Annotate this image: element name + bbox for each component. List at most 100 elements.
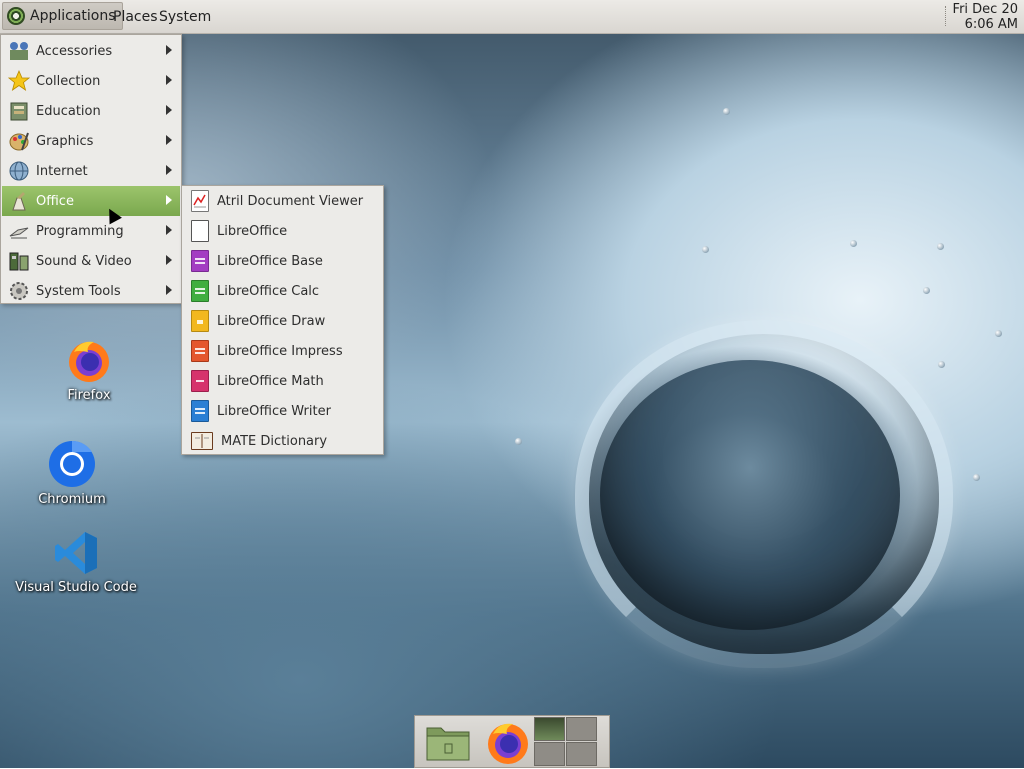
submenu-item-label: LibreOffice Base	[217, 253, 323, 269]
clock[interactable]: Fri Dec 20 6:06 AM	[953, 2, 1018, 32]
applications-menu-button[interactable]: Applications	[2, 2, 123, 30]
wallpaper-droplet	[937, 243, 944, 250]
menu-item-label: Accessories	[36, 43, 113, 59]
programming-icon	[8, 220, 30, 242]
workspace-3[interactable]	[534, 742, 565, 766]
submenu-item-label: LibreOffice Math	[217, 373, 324, 389]
submenu-item-label: LibreOffice Calc	[217, 283, 320, 299]
accessories-icon	[8, 40, 30, 62]
workspace-4[interactable]	[566, 742, 597, 766]
menu-item-sound-video[interactable]: Sound & Video	[2, 246, 180, 276]
libreoffice-draw-icon	[191, 310, 209, 332]
libreoffice-icon	[191, 220, 209, 242]
desktop-icon-label: Visual Studio Code	[15, 580, 137, 595]
wallpaper-droplet	[973, 474, 980, 481]
submenu-item-libreoffice-impress[interactable]: LibreOffice Impress	[183, 336, 382, 366]
applications-label: Applications	[30, 8, 116, 24]
libreoffice-base-icon	[191, 250, 209, 272]
panel-separator	[945, 6, 948, 26]
menu-item-label: Graphics	[36, 133, 94, 149]
wallpaper-droplet	[515, 438, 522, 445]
star-icon	[7, 69, 31, 92]
menu-item-label: Internet	[36, 163, 88, 179]
submenu-item-label: LibreOffice Impress	[217, 343, 343, 359]
menu-item-education[interactable]: Education	[2, 96, 180, 126]
wallpaper-droplet	[723, 108, 730, 115]
submenu-item-libreoffice[interactable]: LibreOffice	[183, 216, 382, 246]
submenu-item-atril[interactable]: Atril Document Viewer	[183, 186, 382, 216]
menu-item-label: Office	[36, 193, 74, 209]
desktop-icon-chromium[interactable]: Chromium	[32, 440, 112, 507]
submenu-arrow-icon	[166, 75, 172, 85]
desktop-icon-label: Chromium	[38, 492, 106, 507]
submenu-item-label: MATE Dictionary	[221, 433, 328, 449]
dictionary-icon	[191, 432, 213, 450]
submenu-item-libreoffice-math[interactable]: LibreOffice Math	[183, 366, 382, 396]
bottom-dock	[414, 715, 610, 768]
document-viewer-icon	[191, 190, 209, 212]
libreoffice-writer-icon	[191, 400, 209, 422]
desktop-icon-firefox[interactable]: Firefox	[52, 338, 126, 403]
submenu-item-label: LibreOffice Writer	[217, 403, 331, 419]
desktop-icon-vscode[interactable]: Visual Studio Code	[14, 530, 138, 595]
submenu-item-libreoffice-calc[interactable]: LibreOffice Calc	[183, 276, 382, 306]
submenu-item-label: Atril Document Viewer	[217, 193, 364, 209]
libreoffice-calc-icon	[191, 280, 209, 302]
menu-item-programming[interactable]: Programming	[2, 216, 180, 246]
menu-item-graphics[interactable]: Graphics	[2, 126, 180, 156]
menu-item-label: Education	[36, 103, 101, 119]
submenu-arrow-icon	[166, 225, 172, 235]
sound-video-icon	[8, 250, 30, 272]
menu-item-accessories[interactable]: Accessories	[2, 36, 180, 66]
submenu-item-libreoffice-draw[interactable]: LibreOffice Draw	[183, 306, 382, 336]
system-menu[interactable]: System	[159, 9, 211, 25]
chromium-icon	[48, 440, 96, 488]
wallpaper-droplet	[923, 287, 930, 294]
submenu-item-libreoffice-base[interactable]: LibreOffice Base	[183, 246, 382, 276]
firefox-icon	[66, 338, 112, 384]
firefox-icon[interactable]	[485, 721, 531, 765]
gear-icon	[8, 280, 30, 302]
workspace-2[interactable]	[566, 717, 597, 741]
submenu-item-libreoffice-writer[interactable]: LibreOffice Writer	[183, 396, 382, 426]
desktop-icon-label: Firefox	[67, 388, 111, 403]
submenu-arrow-icon	[166, 285, 172, 295]
wallpaper-droplet	[995, 330, 1002, 337]
education-icon	[8, 100, 30, 122]
wallpaper-droplet	[850, 240, 857, 247]
menu-item-label: System Tools	[36, 283, 121, 299]
menu-item-label: Programming	[36, 223, 124, 239]
top-panel: Applications Places System Fri Dec 20 6:…	[0, 0, 1024, 34]
graphics-icon	[8, 130, 30, 152]
mate-logo-icon	[7, 7, 25, 25]
applications-menu: Accessories Collection Education Graphic…	[0, 34, 182, 304]
vscode-icon	[53, 530, 99, 576]
menu-item-internet[interactable]: Internet	[2, 156, 180, 186]
submenu-item-label: LibreOffice Draw	[217, 313, 326, 329]
workspace-1[interactable]	[534, 717, 565, 741]
submenu-arrow-icon	[166, 135, 172, 145]
globe-icon	[8, 160, 30, 182]
file-manager-icon[interactable]	[425, 722, 471, 762]
submenu-arrow-icon	[166, 255, 172, 265]
office-submenu: Atril Document Viewer LibreOffice LibreO…	[181, 185, 384, 455]
wallpaper-splash-ring	[575, 320, 953, 668]
submenu-item-mate-dictionary[interactable]: MATE Dictionary	[183, 426, 382, 456]
submenu-item-label: LibreOffice	[217, 223, 288, 239]
clock-time: 6:06 AM	[964, 17, 1018, 32]
wallpaper-droplet	[702, 246, 709, 253]
submenu-arrow-icon	[166, 165, 172, 175]
menu-item-office[interactable]: Office	[2, 186, 180, 216]
office-icon	[8, 190, 30, 212]
clock-date: Fri Dec 20	[952, 2, 1018, 17]
submenu-arrow-icon	[166, 105, 172, 115]
libreoffice-math-icon	[191, 370, 209, 392]
submenu-arrow-icon	[166, 45, 172, 55]
menu-item-label: Sound & Video	[36, 253, 132, 269]
menu-item-system-tools[interactable]: System Tools	[2, 276, 180, 306]
submenu-arrow-icon	[166, 195, 172, 205]
menu-item-collection[interactable]: Collection	[2, 66, 180, 96]
places-menu[interactable]: Places	[113, 9, 158, 25]
libreoffice-impress-icon	[191, 340, 209, 362]
wallpaper-droplet	[938, 361, 945, 368]
